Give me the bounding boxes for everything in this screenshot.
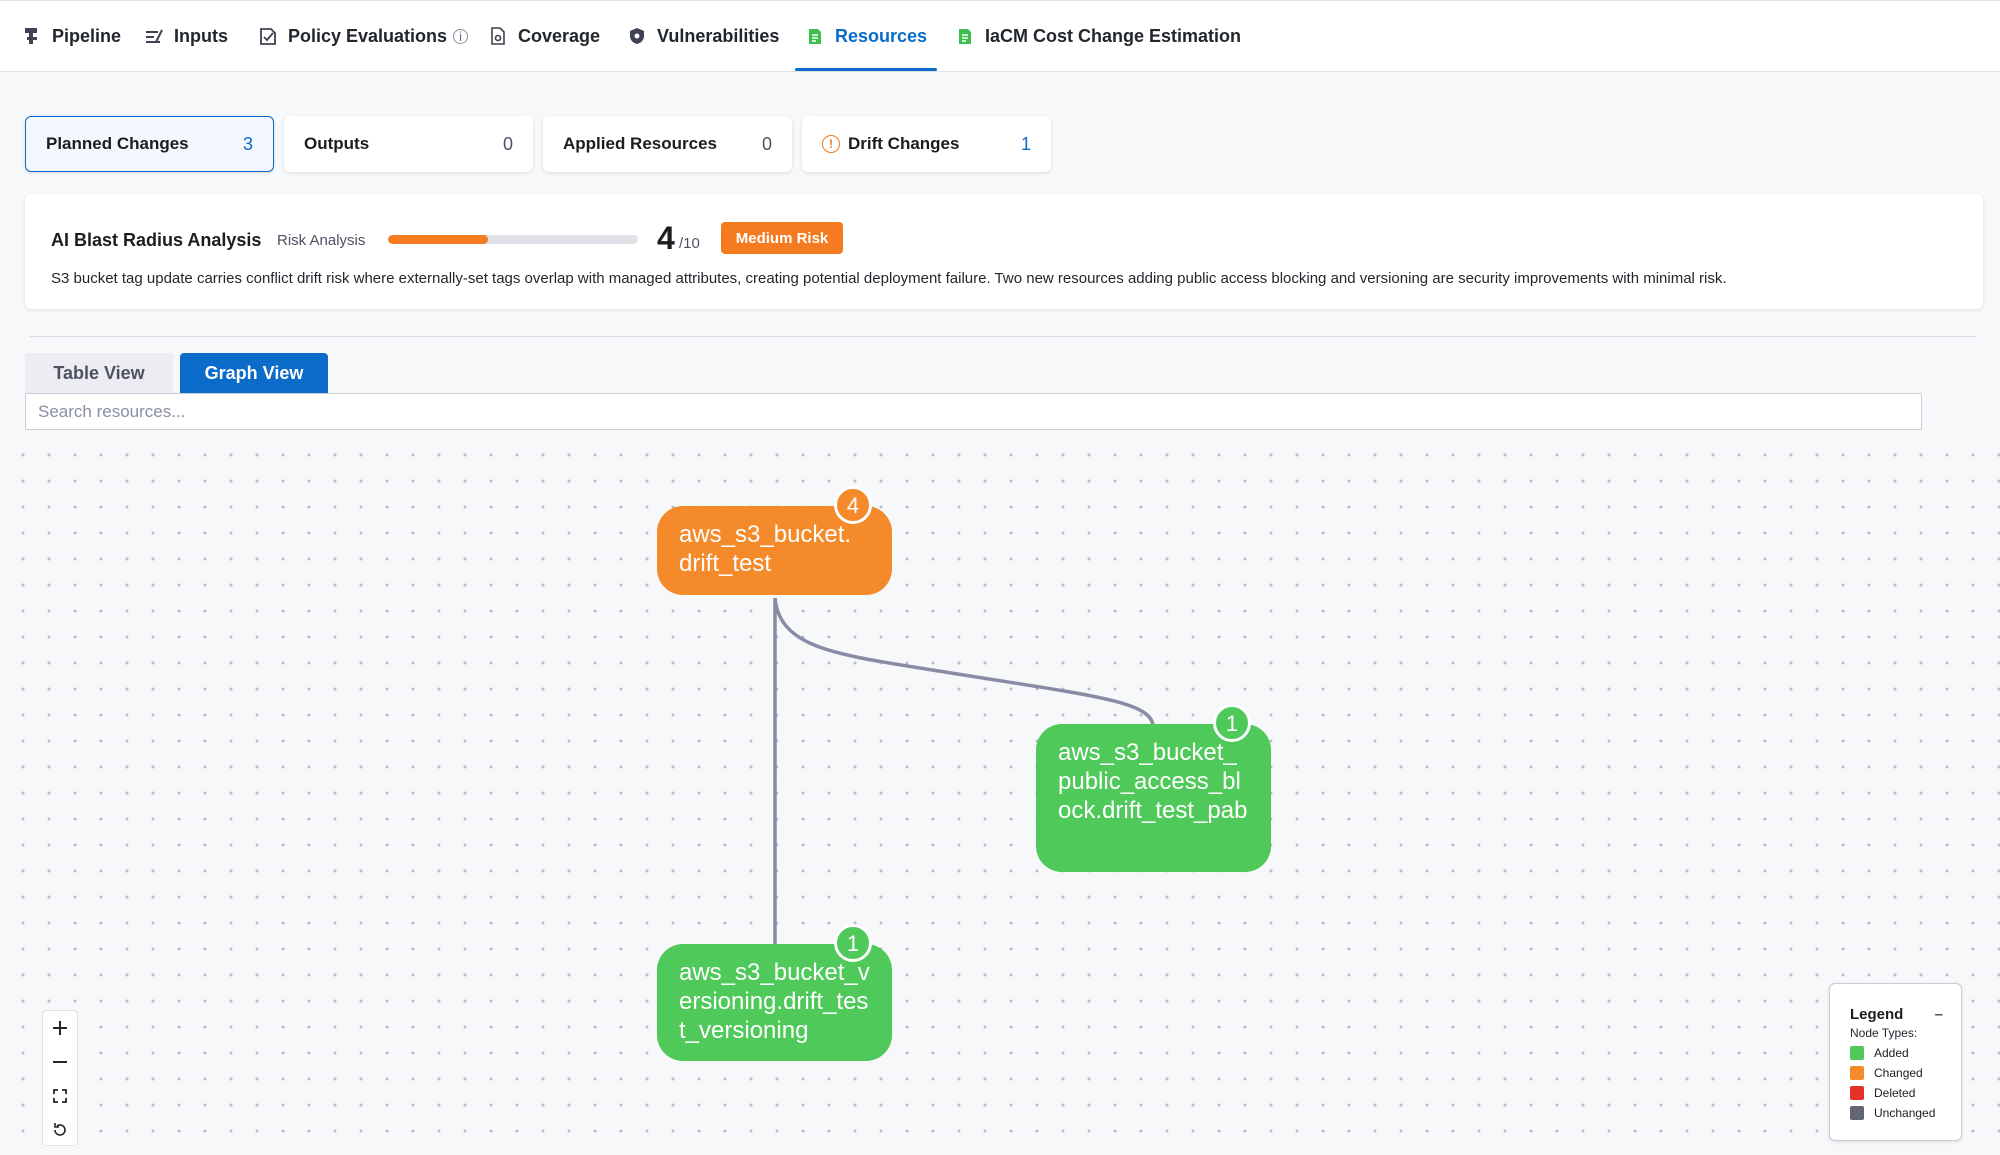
card-label: Outputs <box>304 134 370 153</box>
pipeline-icon <box>22 26 42 46</box>
cost-icon <box>955 26 975 46</box>
outputs-card[interactable]: Outputs 0 <box>284 116 533 172</box>
legend-item-changed: Changed <box>1850 1066 1961 1080</box>
tab-label: Resources <box>835 25 928 46</box>
graph-view-button[interactable]: Graph View <box>180 353 328 393</box>
legend-header: Legend – <box>1850 1006 1961 1023</box>
coverage-icon <box>488 26 508 46</box>
node-count-badge: 4 <box>834 486 872 524</box>
node-count-badge: 1 <box>834 924 872 962</box>
top-nav: Pipeline Inputs Policy Evaluations i Cov… <box>0 0 2000 72</box>
risk-progress-bar <box>388 235 638 244</box>
risk-analysis-label: Risk Analysis <box>277 232 366 249</box>
minus-icon <box>53 1061 67 1063</box>
plus-icon <box>53 1021 67 1035</box>
graph-node-drift-test[interactable]: aws_s3_bucket. drift_test 4 <box>657 486 892 595</box>
policy-icon <box>258 26 278 46</box>
shield-icon <box>627 26 647 46</box>
planned-changes-card[interactable]: Planned Changes 3 <box>25 116 274 172</box>
legend-swatch <box>1850 1086 1864 1100</box>
graph-node-versioning[interactable]: aws_s3_bucket_versioning.drift_test_vers… <box>657 924 892 1061</box>
graph-legend: Legend – Node Types: Added Changed Delet… <box>1829 983 1962 1141</box>
card-label: Drift Changes <box>848 134 960 153</box>
legend-swatch <box>1850 1066 1864 1080</box>
node-label: aws_s3_bucket_public_access_block.drift_… <box>1058 739 1248 824</box>
tab-label: IaCM Cost Change Estimation <box>985 25 1242 46</box>
risk-progress-fill <box>388 235 488 244</box>
tab-label: Inputs <box>174 25 228 46</box>
legend-label: Deleted <box>1874 1086 1916 1100</box>
legend-subtitle: Node Types: <box>1850 1026 1918 1040</box>
graph-node-public-access-block[interactable]: aws_s3_bucket_public_access_block.drift_… <box>1036 704 1271 872</box>
tab-pipeline[interactable]: Pipeline <box>22 1 121 71</box>
table-view-button[interactable]: Table View <box>25 353 173 393</box>
legend-label: Unchanged <box>1874 1106 1936 1120</box>
legend-title: Legend <box>1850 1006 1904 1023</box>
warning-icon: ! <box>822 135 840 153</box>
legend-item-added: Added <box>1850 1046 1961 1060</box>
legend-label: Changed <box>1874 1066 1923 1080</box>
tab-label: Policy Evaluations <box>288 25 448 46</box>
card-label-wrap: ! Drift Changes <box>822 134 959 154</box>
card-count: 0 <box>761 133 772 154</box>
blast-title: AI Blast Radius Analysis <box>51 230 262 250</box>
divider <box>30 336 1976 337</box>
fit-view-icon <box>53 1089 67 1103</box>
search-input[interactable] <box>25 393 1922 430</box>
reset-icon <box>54 1123 66 1136</box>
inputs-icon <box>144 26 164 46</box>
tab-label: Coverage <box>518 25 601 46</box>
card-count: 0 <box>502 133 513 154</box>
tab-cost-estimation[interactable]: IaCM Cost Change Estimation <box>955 1 1241 71</box>
card-label: Applied Resources <box>563 134 717 153</box>
risk-badge: Medium Risk <box>721 222 843 254</box>
blast-radius-panel: AI Blast Radius Analysis Risk Analysis 4… <box>25 194 1983 309</box>
zoom-controls <box>42 1010 78 1146</box>
drift-changes-card[interactable]: ! Drift Changes 1 <box>802 116 1051 172</box>
legend-swatch <box>1850 1106 1864 1120</box>
fit-view-button[interactable] <box>43 1079 77 1113</box>
zoom-out-button[interactable] <box>43 1045 77 1079</box>
legend-collapse-button[interactable]: – <box>1935 1006 1943 1023</box>
applied-resources-card[interactable]: Applied Resources 0 <box>543 116 792 172</box>
tab-coverage[interactable]: Coverage <box>488 1 600 71</box>
legend-item-deleted: Deleted <box>1850 1086 1961 1100</box>
resources-icon <box>805 26 825 46</box>
tab-label: Vulnerabilities <box>657 25 780 46</box>
tab-inputs[interactable]: Inputs <box>144 1 228 71</box>
blast-description: S3 bucket tag update carries conflict dr… <box>51 270 1727 287</box>
risk-score: 4 <box>657 220 675 256</box>
card-label: Planned Changes <box>46 134 189 153</box>
node-label: aws_s3_bucket_versioning.drift_test_vers… <box>679 959 870 1044</box>
node-label: aws_s3_bucket. drift_test <box>679 521 852 577</box>
reset-view-button[interactable] <box>43 1113 77 1147</box>
tab-policy-evaluations[interactable]: Policy Evaluations i <box>258 1 469 71</box>
tab-vulnerabilities[interactable]: Vulnerabilities <box>627 1 779 71</box>
node-count-badge: 1 <box>1213 704 1251 742</box>
graph-canvas[interactable] <box>0 432 2000 1155</box>
legend-swatch <box>1850 1046 1864 1060</box>
risk-max: /10 <box>679 235 700 252</box>
legend-label: Added <box>1874 1046 1909 1060</box>
tab-resources[interactable]: Resources <box>794 1 938 71</box>
zoom-in-button[interactable] <box>43 1011 77 1045</box>
card-count: 1 <box>1020 133 1031 154</box>
legend-item-unchanged: Unchanged <box>1850 1106 1961 1120</box>
card-count: 3 <box>242 133 253 154</box>
tab-label: Pipeline <box>52 25 122 46</box>
info-icon[interactable]: i <box>453 28 469 44</box>
